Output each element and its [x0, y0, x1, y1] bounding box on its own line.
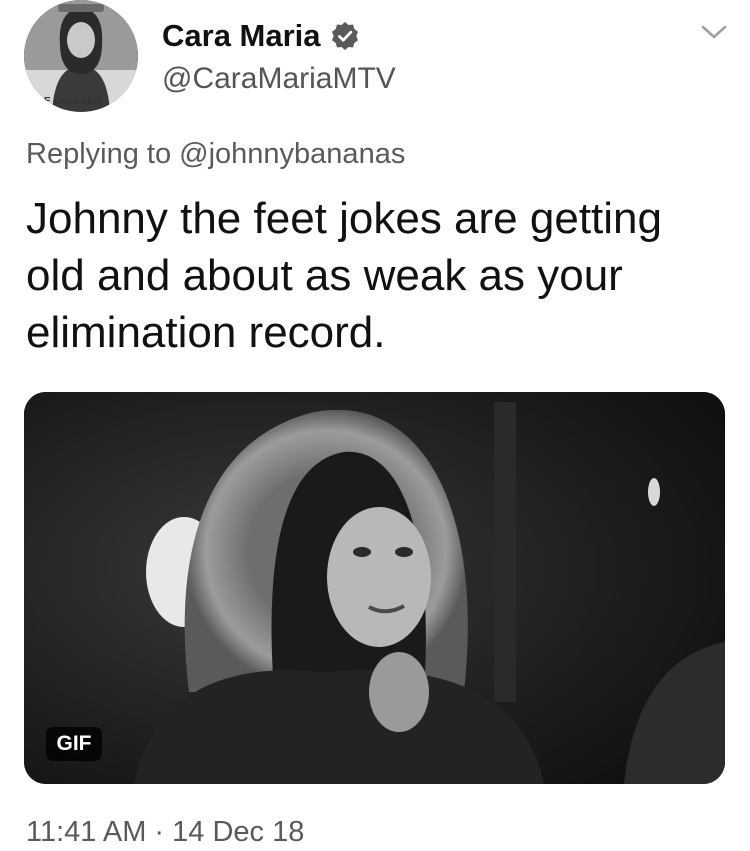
gif-badge: GIF	[46, 727, 102, 761]
author-display-name[interactable]: Cara Maria	[162, 18, 321, 54]
author-name-row[interactable]: Cara Maria	[162, 14, 359, 58]
tweet-text: Johnny the feet jokes are getting old an…	[26, 190, 726, 361]
gif-frame-image	[24, 392, 725, 784]
author-handle[interactable]: @CaraMariaMTV	[162, 62, 396, 96]
reply-mention-link[interactable]: @johnnybananas	[179, 138, 405, 170]
chevron-down-icon[interactable]	[698, 18, 730, 46]
profile-photo-icon: E CHALLEN	[24, 0, 138, 112]
tweet-text-line: old and about as weak as your	[26, 251, 623, 300]
tweet-text-line: elimination record.	[26, 308, 386, 357]
author-avatar[interactable]: E CHALLEN	[24, 0, 138, 112]
verified-badge-icon	[331, 22, 358, 50]
replying-to-line: Replying to @johnnybananas	[26, 138, 405, 171]
tweet-text-line: Johnny the feet jokes are getting	[26, 194, 662, 243]
tweet-gif-media[interactable]: GIF	[24, 392, 725, 784]
replying-to-label: Replying to	[26, 138, 172, 170]
tweet-timestamp[interactable]: 11:41 AM · 14 Dec 18	[26, 816, 304, 849]
avatar-logo-text: E CHALLEN	[44, 96, 101, 107]
